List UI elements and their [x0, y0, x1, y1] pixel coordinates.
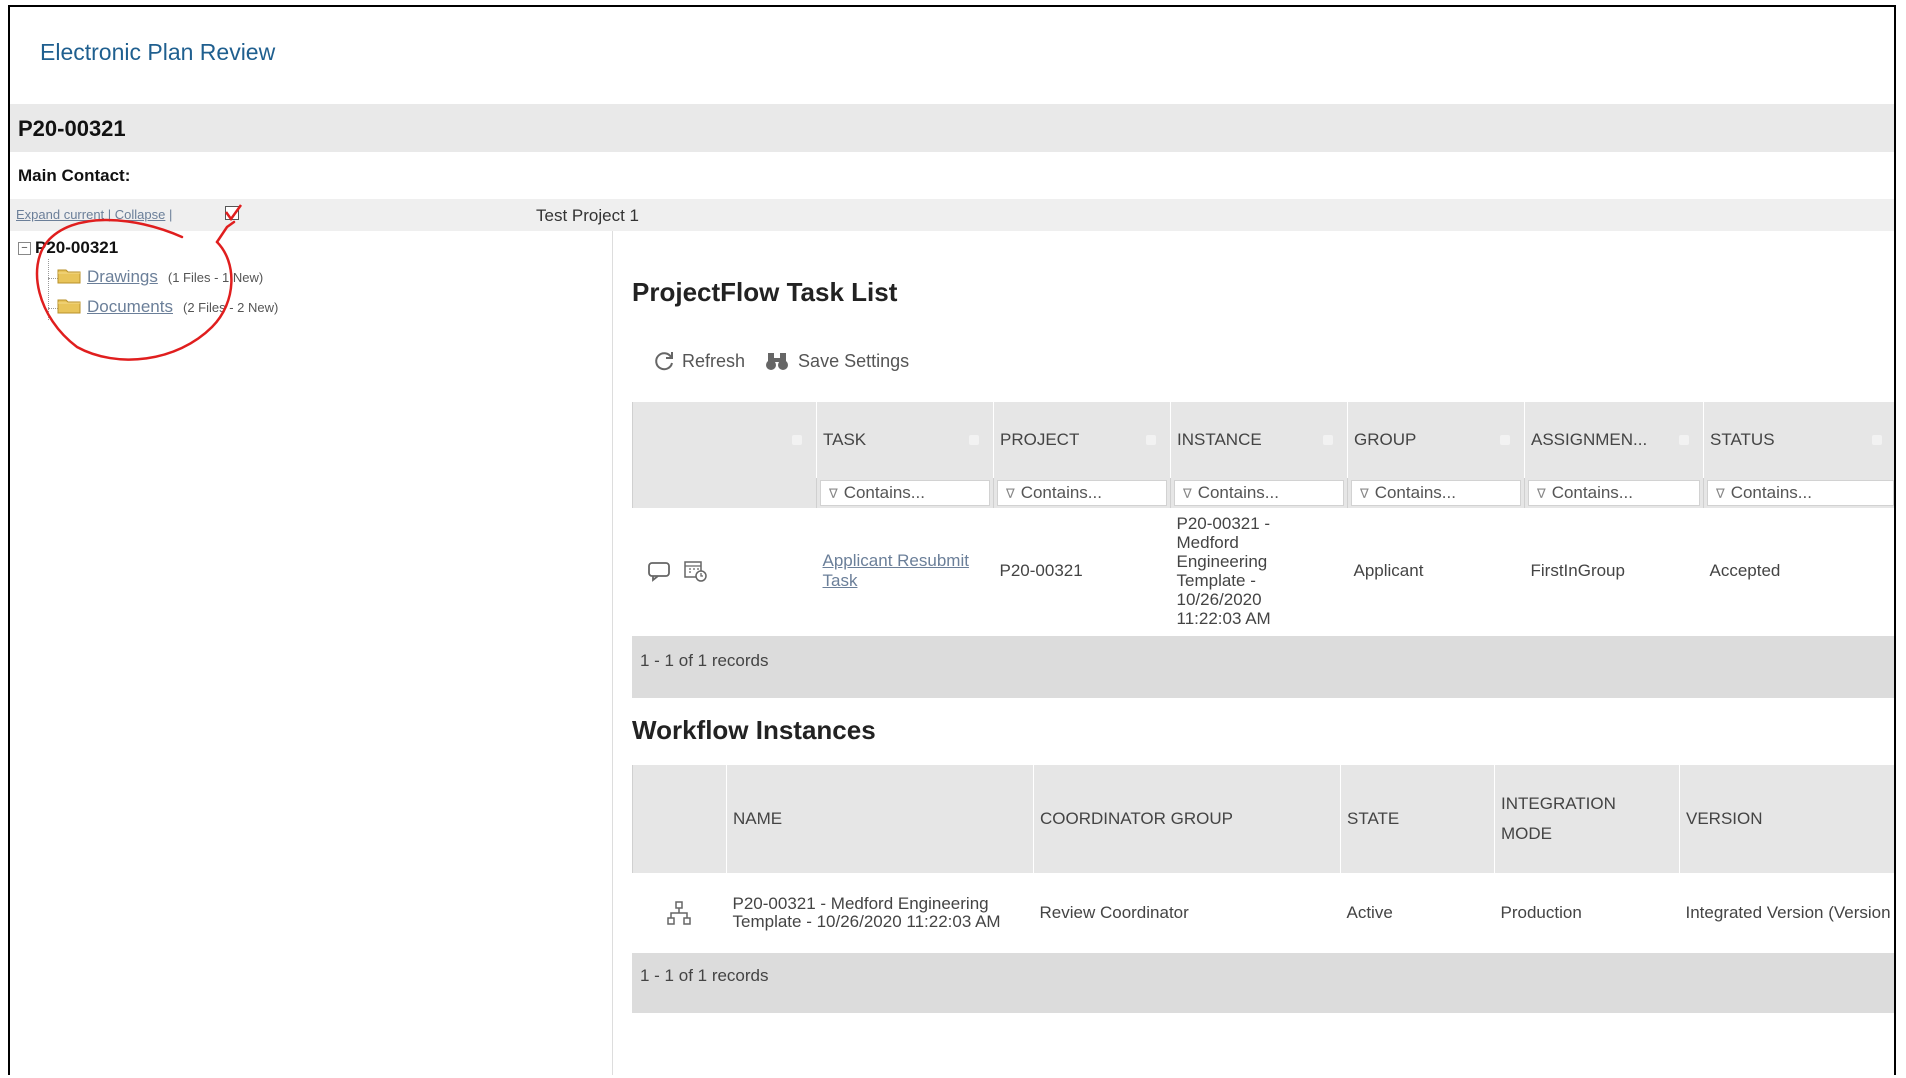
- row-icon: [633, 873, 727, 953]
- filter-group-input[interactable]: ∇ Contains...: [1351, 480, 1521, 506]
- filter-icon: ∇: [1716, 486, 1725, 501]
- filter-task-input[interactable]: ∇ Contains...: [820, 480, 990, 506]
- file-count: (2 Files - 2 New): [182, 300, 279, 315]
- column-header-project[interactable]: PROJECT: [993, 402, 1171, 478]
- cell-group: Applicant: [1353, 561, 1424, 580]
- task-grid: TASK PROJECT INSTANCE GROUP ASSIGNMEN...…: [632, 402, 1895, 634]
- filter-row: ∇ Contains... ∇ Contains... ∇ Contains... ∇…: [632, 478, 1894, 508]
- save-settings-button[interactable]: Save Settings: [764, 350, 909, 372]
- workflow-title: Workflow Instances: [632, 715, 876, 745]
- app-window: Electronic Plan Review P20-00321 Main Co…: [8, 5, 1896, 1075]
- task-link[interactable]: Applicant Resubmit Task: [823, 551, 969, 590]
- record-title: P20-00321: [18, 116, 126, 141]
- filter-status-input[interactable]: ∇ Contains...: [1707, 480, 1894, 506]
- column-header-task[interactable]: TASK: [816, 402, 994, 478]
- pane-divider: [612, 231, 613, 1075]
- collapse-toggle-icon[interactable]: −: [18, 242, 31, 255]
- link-separator: |: [104, 207, 115, 222]
- column-header-icon: [632, 765, 727, 873]
- filter-project-input[interactable]: ∇ Contains...: [997, 480, 1167, 506]
- filter-icon: ∇: [1537, 486, 1546, 501]
- row-actions: [633, 508, 817, 634]
- tree-item-label[interactable]: Drawings: [87, 267, 158, 286]
- comment-icon[interactable]: [647, 560, 673, 582]
- column-menu-icon[interactable]: [1146, 435, 1156, 445]
- app-title: Electronic Plan Review: [40, 39, 276, 65]
- column-header-state[interactable]: STATE: [1340, 765, 1495, 873]
- column-header-assignment[interactable]: ASSIGNMEN...: [1524, 402, 1704, 478]
- tree-item-documents[interactable]: Documents (2 Files - 2 New): [57, 297, 278, 317]
- task-toolbar: Refresh Save Settings: [652, 350, 923, 377]
- filter-icon: ∇: [1183, 486, 1192, 501]
- column-menu-icon[interactable]: [1500, 435, 1510, 445]
- filter-assignment-input[interactable]: ∇ Contains...: [1528, 480, 1700, 506]
- column-menu-icon[interactable]: [792, 435, 802, 445]
- cell-task: Applicant Resubmit Task: [817, 508, 994, 634]
- cell-project: P20-00321: [999, 561, 1083, 580]
- column-header-integration-mode[interactable]: INTEGRATION MODE: [1494, 765, 1680, 873]
- workflow-pager: 1 - 1 of 1 records: [632, 953, 1894, 1013]
- folder-tree: − P20-00321 Drawings (1 Files - 1 New) Doc…: [10, 231, 610, 1075]
- expand-current-link[interactable]: Expand current: [16, 207, 104, 222]
- filter-icon: ∇: [1006, 486, 1015, 501]
- cell-name: P20-00321 - Medford Engineering Template…: [732, 894, 1001, 931]
- refresh-label: Refresh: [682, 350, 746, 371]
- cell-status: Accepted: [1709, 561, 1781, 580]
- filter-icon: ∇: [829, 486, 838, 501]
- project-name: Test Project 1: [536, 206, 639, 225]
- column-menu-icon[interactable]: [1872, 435, 1882, 445]
- folder-icon: [57, 269, 81, 284]
- column-menu-icon[interactable]: [1679, 435, 1689, 445]
- tree-root-label: P20-00321: [35, 238, 119, 257]
- cell-instance: P20-00321 - Medford Engineering Template…: [1176, 514, 1271, 628]
- tree-connector: [48, 259, 49, 320]
- table-row: P20-00321 - Medford Engineering Template…: [633, 873, 1895, 953]
- column-header-status[interactable]: STATUS: [1703, 402, 1894, 478]
- main-contact-label: Main Contact:: [18, 166, 131, 185]
- column-header-instance[interactable]: INSTANCE: [1170, 402, 1348, 478]
- table-row: Applicant Resubmit Task P20-00321 P20-00…: [633, 508, 1895, 634]
- refresh-icon: [655, 352, 673, 371]
- cell-coordinator-group: Review Coordinator: [1039, 903, 1189, 922]
- column-menu-icon[interactable]: [969, 435, 979, 445]
- filter-icon: ∇: [1360, 486, 1369, 501]
- cell-version: Integrated Version (Version: [1685, 903, 1891, 922]
- column-header-name[interactable]: NAME: [726, 765, 1034, 873]
- checkmark-icon: [224, 204, 243, 222]
- select-checkbox[interactable]: [224, 204, 243, 222]
- column-menu-icon[interactable]: [1323, 435, 1333, 445]
- binoculars-icon: [766, 353, 789, 370]
- file-count: (1 Files - 1 New): [167, 270, 264, 285]
- column-header-actions: [632, 402, 817, 478]
- task-pager: 1 - 1 of 1 records: [632, 636, 1894, 698]
- task-list-title: ProjectFlow Task List: [632, 277, 898, 307]
- cell-integration-mode: Production: [1500, 903, 1582, 922]
- workflow-diagram-icon[interactable]: [665, 899, 693, 927]
- column-header-version[interactable]: VERSION: [1679, 765, 1894, 873]
- tree-root[interactable]: − P20-00321: [18, 238, 118, 258]
- save-settings-label: Save Settings: [798, 350, 910, 371]
- tree-toolbar: Expand current | Collapse | Test Project…: [10, 199, 1894, 231]
- workflow-grid: NAME COORDINATOR GROUP STATE INTEGRATION…: [632, 765, 1895, 953]
- tree-item-label[interactable]: Documents: [87, 297, 173, 316]
- filter-instance-input[interactable]: ∇ Contains...: [1174, 480, 1344, 506]
- filter-cell-empty: [632, 478, 817, 508]
- tree-item-drawings[interactable]: Drawings (1 Files - 1 New): [57, 267, 263, 287]
- collapse-link[interactable]: Collapse: [115, 207, 166, 222]
- record-header: P20-00321: [10, 104, 1894, 152]
- refresh-button[interactable]: Refresh: [652, 350, 745, 372]
- column-header-coordinator-group[interactable]: COORDINATOR GROUP: [1033, 765, 1341, 873]
- calendar-history-icon[interactable]: [683, 559, 709, 583]
- cell-assignment: FirstInGroup: [1530, 561, 1625, 580]
- folder-icon: [57, 299, 81, 314]
- column-header-group[interactable]: GROUP: [1347, 402, 1525, 478]
- cell-state: Active: [1346, 903, 1393, 922]
- link-separator-trailing: |: [165, 207, 173, 222]
- tree-links: Expand current | Collapse |: [16, 207, 172, 222]
